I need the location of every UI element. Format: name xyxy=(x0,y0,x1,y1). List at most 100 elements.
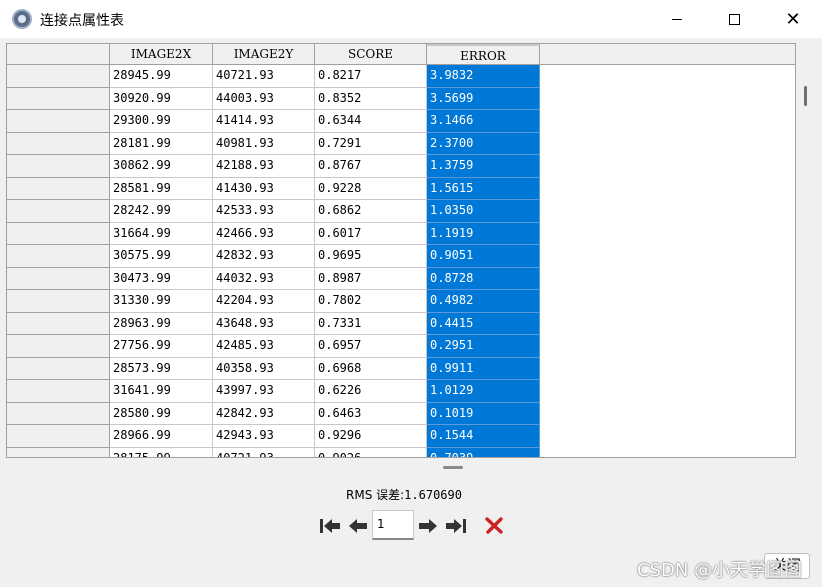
row-header[interactable] xyxy=(7,380,110,403)
cell-image2y[interactable]: 40981.93 xyxy=(213,132,315,155)
table-row[interactable]: 29300.99 41414.93 0.6344 3.1466 xyxy=(7,110,540,133)
row-header[interactable] xyxy=(7,402,110,425)
cell-error[interactable]: 1.0129 xyxy=(427,380,540,403)
table-row[interactable]: 28963.99 43648.93 0.7331 0.4415 xyxy=(7,312,540,335)
row-header[interactable] xyxy=(7,267,110,290)
cell-image2y[interactable]: 42943.93 xyxy=(213,425,315,448)
cell-score[interactable]: 0.6968 xyxy=(315,357,427,380)
cell-image2x[interactable]: 28573.99 xyxy=(110,357,213,380)
row-header[interactable] xyxy=(7,222,110,245)
cell-image2x[interactable]: 28581.99 xyxy=(110,177,213,200)
row-header[interactable] xyxy=(7,245,110,268)
row-header[interactable] xyxy=(7,65,110,88)
window-close-button[interactable]: ✕ xyxy=(764,0,822,38)
delete-button[interactable] xyxy=(483,514,505,536)
cell-image2y[interactable]: 44032.93 xyxy=(213,267,315,290)
cell-image2y[interactable]: 42466.93 xyxy=(213,222,315,245)
cell-score[interactable]: 0.6226 xyxy=(315,380,427,403)
column-header-score[interactable]: SCORE xyxy=(315,44,427,65)
cell-score[interactable]: 0.9026 xyxy=(315,447,427,457)
table-row[interactable]: 28573.99 40358.93 0.6968 0.9911 xyxy=(7,357,540,380)
cell-image2x[interactable]: 28966.99 xyxy=(110,425,213,448)
cell-error[interactable]: 2.3700 xyxy=(427,132,540,155)
first-page-button[interactable] xyxy=(318,514,342,538)
cell-image2x[interactable]: 27756.99 xyxy=(110,335,213,358)
table-row[interactable]: 27756.99 42485.93 0.6957 0.2951 xyxy=(7,335,540,358)
cell-score[interactable]: 0.8217 xyxy=(315,65,427,88)
row-header[interactable] xyxy=(7,155,110,178)
table-row[interactable]: 31330.99 42204.93 0.7802 0.4982 xyxy=(7,290,540,313)
next-page-button[interactable] xyxy=(416,514,440,538)
cell-error[interactable]: 0.2951 xyxy=(427,335,540,358)
cell-error[interactable]: 3.5699 xyxy=(427,87,540,110)
cell-score[interactable]: 0.9296 xyxy=(315,425,427,448)
table-row[interactable]: 28242.99 42533.93 0.6862 1.0350 xyxy=(7,200,540,223)
row-header[interactable] xyxy=(7,110,110,133)
cell-score[interactable]: 0.7802 xyxy=(315,290,427,313)
cell-error[interactable]: 0.8728 xyxy=(427,267,540,290)
cell-score[interactable]: 0.8767 xyxy=(315,155,427,178)
row-header[interactable] xyxy=(7,335,110,358)
cell-error[interactable]: 1.1919 xyxy=(427,222,540,245)
table-row[interactable]: 30862.99 42188.93 0.8767 1.3759 xyxy=(7,155,540,178)
cell-image2x[interactable]: 30575.99 xyxy=(110,245,213,268)
cell-error[interactable]: 1.3759 xyxy=(427,155,540,178)
page-number-input[interactable]: 1 xyxy=(372,510,414,540)
cell-score[interactable]: 0.7331 xyxy=(315,312,427,335)
row-header[interactable] xyxy=(7,357,110,380)
table-row[interactable]: 28581.99 41430.93 0.9228 1.5615 xyxy=(7,177,540,200)
cell-score[interactable]: 0.6862 xyxy=(315,200,427,223)
minimize-button[interactable] xyxy=(648,0,706,38)
cell-image2y[interactable]: 42188.93 xyxy=(213,155,315,178)
column-header-image2y[interactable]: IMAGE2Y xyxy=(213,44,315,65)
cell-score[interactable]: 0.9228 xyxy=(315,177,427,200)
cell-score[interactable]: 0.6463 xyxy=(315,402,427,425)
cell-image2y[interactable]: 42832.93 xyxy=(213,245,315,268)
cell-image2y[interactable]: 43648.93 xyxy=(213,312,315,335)
splitter-handle[interactable] xyxy=(443,466,463,469)
cell-image2x[interactable]: 28242.99 xyxy=(110,200,213,223)
table-row[interactable]: 28175.99 40721.93 0.9026 0.7039 xyxy=(7,447,540,457)
row-header[interactable] xyxy=(7,200,110,223)
cell-image2y[interactable]: 40358.93 xyxy=(213,357,315,380)
cell-score[interactable]: 0.6017 xyxy=(315,222,427,245)
cell-image2x[interactable]: 28945.99 xyxy=(110,65,213,88)
table-row[interactable]: 30575.99 42832.93 0.9695 0.9051 xyxy=(7,245,540,268)
row-header[interactable] xyxy=(7,132,110,155)
cell-image2y[interactable]: 40721.93 xyxy=(213,65,315,88)
cell-error[interactable]: 1.0350 xyxy=(427,200,540,223)
cell-image2y[interactable]: 41430.93 xyxy=(213,177,315,200)
table-row[interactable]: 31641.99 43997.93 0.6226 1.0129 xyxy=(7,380,540,403)
cell-image2x[interactable]: 28175.99 xyxy=(110,447,213,457)
table-row[interactable]: 28181.99 40981.93 0.7291 2.3700 xyxy=(7,132,540,155)
cell-score[interactable]: 0.7291 xyxy=(315,132,427,155)
vertical-scrollbar[interactable] xyxy=(804,86,807,106)
cell-image2y[interactable]: 42842.93 xyxy=(213,402,315,425)
cell-error[interactable]: 0.4415 xyxy=(427,312,540,335)
cell-error[interactable]: 0.9911 xyxy=(427,357,540,380)
cell-error[interactable]: 0.4982 xyxy=(427,290,540,313)
cell-image2x[interactable]: 30920.99 xyxy=(110,87,213,110)
cell-image2y[interactable]: 42204.93 xyxy=(213,290,315,313)
cell-score[interactable]: 0.8352 xyxy=(315,87,427,110)
cell-error[interactable]: 0.1019 xyxy=(427,402,540,425)
cell-score[interactable]: 0.9695 xyxy=(315,245,427,268)
row-header[interactable] xyxy=(7,177,110,200)
cell-error[interactable]: 3.9832 xyxy=(427,65,540,88)
row-header[interactable] xyxy=(7,425,110,448)
cell-image2x[interactable]: 31641.99 xyxy=(110,380,213,403)
table-row[interactable]: 30920.99 44003.93 0.8352 3.5699 xyxy=(7,87,540,110)
cell-image2x[interactable]: 30473.99 xyxy=(110,267,213,290)
cell-image2x[interactable]: 28580.99 xyxy=(110,402,213,425)
row-header[interactable] xyxy=(7,447,110,457)
cell-image2y[interactable]: 44003.93 xyxy=(213,87,315,110)
row-header[interactable] xyxy=(7,290,110,313)
cell-error[interactable]: 3.1466 xyxy=(427,110,540,133)
cell-score[interactable]: 0.6344 xyxy=(315,110,427,133)
cell-score[interactable]: 0.8987 xyxy=(315,267,427,290)
last-page-button[interactable] xyxy=(444,514,468,538)
cell-image2y[interactable]: 41414.93 xyxy=(213,110,315,133)
cell-image2x[interactable]: 29300.99 xyxy=(110,110,213,133)
table-row[interactable]: 31664.99 42466.93 0.6017 1.1919 xyxy=(7,222,540,245)
cell-error[interactable]: 0.7039 xyxy=(427,447,540,457)
